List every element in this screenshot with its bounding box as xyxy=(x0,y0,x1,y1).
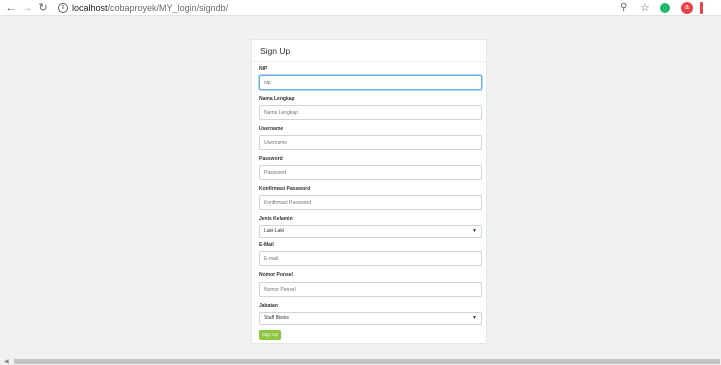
confirm-password-label: Konfirmasi Password xyxy=(259,186,311,192)
email-label: E-Mail xyxy=(259,242,274,248)
chevron-down-icon: ▼ xyxy=(472,228,477,234)
url-path: /cobaproyek/MY_login/signdb/ xyxy=(107,3,229,13)
site-info-icon[interactable]: i xyxy=(58,3,68,13)
email-input[interactable] xyxy=(259,251,482,266)
address-bar[interactable]: localhost/cobaproyek/MY_login/signdb/ xyxy=(72,2,228,14)
username-label: Username xyxy=(259,126,284,132)
phone-label: Nomor Ponsel xyxy=(259,272,293,278)
nip-input[interactable] xyxy=(259,75,482,90)
bookmark-star-icon[interactable]: ☆ xyxy=(640,1,650,14)
card-header: Sign Up xyxy=(252,40,486,62)
menu-icon[interactable] xyxy=(700,2,703,14)
confirm-password-input[interactable] xyxy=(259,195,482,210)
fullname-input[interactable] xyxy=(259,105,482,120)
reload-icon[interactable]: ↻ xyxy=(36,1,50,15)
horizontal-scrollbar[interactable]: ◀ xyxy=(0,357,721,365)
url-host: localhost xyxy=(72,3,108,13)
username-input[interactable] xyxy=(259,135,482,150)
position-select[interactable]: Staff Bisnis ▼ xyxy=(259,312,482,325)
position-selected: Staff Bisnis xyxy=(264,315,289,321)
password-input[interactable] xyxy=(259,165,482,180)
gender-select[interactable]: Laki-Laki ▼ xyxy=(259,225,482,238)
scrollbar-thumb[interactable] xyxy=(14,359,720,364)
fullname-label: Nama Lengkap xyxy=(259,96,295,102)
gender-label: Jenis Kelamin xyxy=(259,216,293,222)
signup-card: Sign Up NIP Nama Lengkap Username Passwo… xyxy=(251,39,487,344)
nip-label: NIP xyxy=(259,66,268,72)
browser-toolbar: ← → ↻ i localhost/cobaproyek/MY_login/si… xyxy=(0,0,721,16)
gender-selected: Laki-Laki xyxy=(264,228,285,234)
chevron-down-icon: ▼ xyxy=(472,315,477,321)
signup-button[interactable]: Sign Up xyxy=(259,330,281,340)
zoom-icon[interactable]: ⚲ xyxy=(620,2,627,13)
password-label: Password xyxy=(259,156,283,162)
phone-input[interactable] xyxy=(259,282,482,297)
profile-avatar[interactable]: a xyxy=(681,2,693,14)
page-title: Sign Up xyxy=(260,46,291,56)
forward-arrow-icon[interactable]: → xyxy=(20,1,34,15)
back-arrow-icon[interactable]: ← xyxy=(4,1,18,15)
position-label: Jabatan xyxy=(259,303,278,309)
extension-icon[interactable] xyxy=(660,3,670,13)
scroll-left-icon[interactable]: ◀ xyxy=(4,358,9,365)
